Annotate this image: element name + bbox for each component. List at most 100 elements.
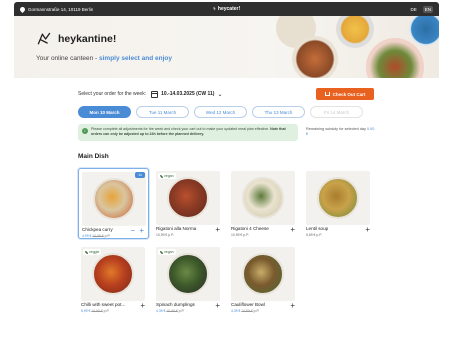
tab-mon[interactable]: Mon 10 March — [78, 106, 131, 118]
current-price: 4,39 € — [156, 309, 166, 313]
logo-text: heykantine! — [58, 33, 117, 45]
dish-photo — [156, 247, 220, 301]
add-dish-button[interactable]: + — [139, 227, 144, 235]
dish-name: Chilli with sweet pot... — [81, 302, 126, 307]
diet-badge-text: vegan — [164, 174, 174, 178]
dish-card[interactable]: veggie Chilli with sweet pot... 5,99 € 10,… — [78, 244, 149, 315]
add-dish-button[interactable]: + — [140, 302, 145, 310]
original-price: 10,99 € — [166, 309, 178, 313]
dish-bowl-image — [167, 253, 209, 295]
dish-name: Spinach dumplings — [156, 302, 195, 307]
diet-badge: vegan — [158, 173, 176, 179]
dish-photo — [82, 172, 146, 226]
dish-bowl-image — [93, 178, 135, 220]
dish-name: Rigatoni alla Norma — [156, 226, 197, 231]
tab-wed[interactable]: Wed 12 March — [194, 106, 247, 118]
address-text: Gormannstraße 14, 10119 Berlin — [28, 6, 94, 12]
price-unit: p.P. — [243, 233, 249, 237]
dish-card[interactable]: Cauliflower Bowl 4,39 € 10,99 € p.P. + — [228, 244, 299, 315]
language-en[interactable]: EN — [422, 5, 433, 13]
add-dish-button[interactable]: + — [215, 302, 220, 310]
dish-name: Chickpea curry — [82, 227, 113, 232]
add-dish-button[interactable]: + — [290, 226, 295, 234]
price-unit: p.P. — [168, 233, 174, 237]
notice-body: Please complete all adjustments for the … — [91, 127, 271, 131]
diet-badge-text: vegan — [164, 250, 174, 254]
dish-bowl-image — [92, 253, 134, 295]
add-dish-button[interactable]: + — [215, 226, 220, 234]
hero-food-image — [292, 36, 338, 78]
current-price: 10,99 € — [231, 233, 243, 237]
dish-card[interactable]: Lentil soup 5,69 € p.P. + — [303, 168, 374, 239]
checkout-cart-button[interactable]: Check Out Cart — [316, 88, 374, 100]
price-unit: p.P. — [253, 309, 260, 313]
diet-badge: veggie — [83, 249, 102, 255]
hero-food-image — [409, 16, 439, 46]
dish-photo — [81, 247, 145, 301]
tab-tue[interactable]: Tue 11 March — [136, 106, 189, 118]
heycater-logo-icon: ᛃ — [212, 6, 216, 12]
original-price: 10,99 € — [92, 234, 104, 238]
price-unit: p.P. — [104, 234, 111, 238]
subsidy-label: Remaining subsidy for selected day — [306, 127, 366, 131]
day-tabs: Mon 10 March Tue 11 March Wed 12 March T… — [78, 106, 363, 118]
add-dish-button[interactable]: + — [290, 302, 295, 310]
hero-food-image — [366, 38, 424, 78]
hero-food-image — [336, 16, 374, 48]
location-pin-icon — [18, 5, 27, 13]
language-de[interactable]: DE — [408, 6, 418, 13]
dish-photo — [306, 171, 370, 225]
calendar-icon[interactable] — [151, 90, 159, 98]
dish-photo — [231, 247, 295, 301]
hero-banner: heykantine! Your online canteen - simply… — [14, 16, 439, 78]
dish-photo — [156, 171, 220, 225]
dish-card[interactable]: 1x Chickpea curry 4,99 € 10,99 € p.P. − + — [78, 168, 149, 239]
dish-bowl-image — [242, 253, 284, 295]
diet-badge: vegan — [158, 249, 176, 255]
dish-price: 5,99 € 10,99 € p.P. — [81, 309, 109, 313]
dish-name: Rigatoni 4 Cheese — [231, 226, 269, 231]
delivery-address[interactable]: Gormannstraße 14, 10119 Berlin — [14, 5, 94, 13]
tagline-highlight: simply select and enjoy — [99, 55, 172, 62]
subsidy-info: Remaining subsidy for selected day 0.00 … — [306, 127, 376, 137]
leaf-icon — [160, 250, 163, 254]
current-price: 5,99 € — [81, 309, 91, 313]
decrease-quantity-button[interactable]: − — [130, 227, 135, 235]
current-price: 4,39 € — [231, 309, 241, 313]
info-icon: i — [82, 128, 88, 134]
dish-bowl-image — [167, 177, 209, 219]
quantity-badge: 1x — [135, 172, 145, 178]
heycater-brand: ᛃ heycater! — [213, 6, 240, 12]
cart-icon — [324, 92, 330, 96]
dish-bowl-image — [242, 177, 284, 219]
current-price: 4,99 € — [82, 234, 92, 238]
dish-bowl-image — [317, 177, 359, 219]
add-dish-button[interactable]: + — [365, 226, 370, 234]
tab-thu[interactable]: Thu 13 March — [252, 106, 305, 118]
heycater-brand-text: heycater! — [217, 6, 241, 12]
dish-card[interactable]: Rigatoni 4 Cheese 10,99 € p.P. + — [228, 168, 299, 239]
price-unit: p.P. — [103, 309, 110, 313]
dish-price: 5,69 € p.P. — [306, 233, 322, 237]
dish-card[interactable]: vegan Rigatoni alla Norma 10,99 € p.P. + — [153, 168, 224, 239]
diet-badge-text: veggie — [89, 250, 100, 254]
dish-price: 10,99 € p.P. — [156, 233, 174, 237]
dish-card[interactable]: vegan Spinach dumplings 4,39 € 10,99 € p.P… — [153, 244, 224, 315]
tab-fri: Fri 14 March — [310, 106, 363, 118]
tagline-prefix: Your online canteen - — [36, 55, 100, 62]
dish-price: 4,99 € 10,99 € p.P. — [82, 234, 110, 238]
chevron-down-icon[interactable]: ⌄ — [217, 91, 222, 98]
heykantine-logo-icon — [37, 32, 51, 45]
price-unit: p.P. — [178, 309, 185, 313]
original-price: 10,99 € — [91, 309, 103, 313]
dish-price: 4,39 € 10,99 € p.P. — [231, 309, 259, 313]
top-bar: Gormannstraße 14, 10119 Berlin ᛃ heycate… — [14, 2, 439, 16]
original-price: 10,99 € — [241, 309, 253, 313]
dish-price: 4,39 € 10,99 € p.P. — [156, 309, 184, 313]
current-price: 5,69 € — [306, 233, 316, 237]
leaf-icon — [160, 174, 163, 178]
dish-price: 10,99 € p.P. — [231, 233, 249, 237]
order-week-label: Select your order for the week: — [78, 91, 147, 97]
week-selector[interactable]: 10.-14.03.2025 (CW 11) — [161, 91, 214, 97]
language-switcher: DE EN — [408, 5, 433, 13]
